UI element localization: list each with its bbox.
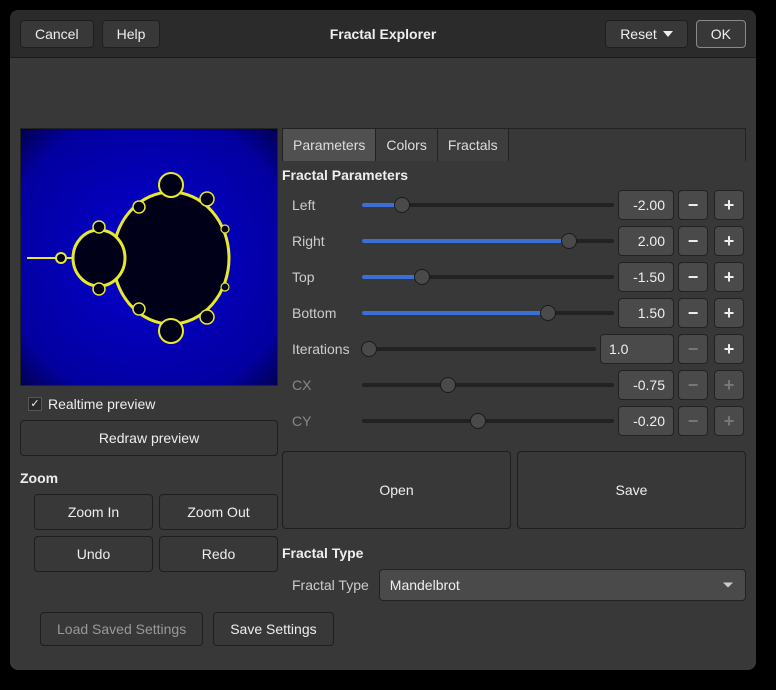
tab-parameters[interactable]: Parameters	[283, 129, 376, 161]
param-row-right: Right 2.00−+	[282, 223, 746, 259]
param-value-top[interactable]: -1.50	[618, 262, 674, 292]
param-increment-top[interactable]: +	[714, 262, 744, 292]
zoom-out-button[interactable]: Zoom Out	[159, 494, 278, 530]
param-label-top: Top	[282, 269, 358, 285]
fractal-type-title: Fractal Type	[282, 539, 746, 565]
param-slider-bottom[interactable]	[362, 303, 614, 323]
param-value-right[interactable]: 2.00	[618, 226, 674, 256]
fractal-parameters-title: Fractal Parameters	[282, 161, 746, 187]
param-row-bottom: Bottom 1.50−+	[282, 295, 746, 331]
realtime-preview-checkbox[interactable]: ✓	[28, 397, 42, 411]
param-value-left[interactable]: -2.00	[618, 190, 674, 220]
param-increment-right[interactable]: +	[714, 226, 744, 256]
param-slider-iterations[interactable]	[362, 339, 596, 359]
param-decrement-top[interactable]: −	[678, 262, 708, 292]
reset-button[interactable]: Reset	[605, 20, 688, 48]
realtime-preview-label: Realtime preview	[48, 396, 155, 412]
dialog-window: Cancel Help Fractal Explorer Reset OK	[10, 10, 756, 670]
param-row-iterations: Iterations 1.0−+	[282, 331, 746, 367]
zoom-section-label: Zoom	[20, 470, 278, 486]
param-increment-cx: +	[714, 370, 744, 400]
param-decrement-cy: −	[678, 406, 708, 436]
save-button[interactable]: Save	[517, 451, 746, 529]
param-slider-left[interactable]	[362, 195, 614, 215]
tabstrip: Parameters Colors Fractals	[282, 128, 746, 161]
fractal-type-value: Mandelbrot	[390, 577, 460, 593]
open-button[interactable]: Open	[282, 451, 511, 529]
content-area: ✓ Realtime preview Redraw preview Zoom Z…	[10, 58, 756, 611]
undo-button[interactable]: Undo	[34, 536, 153, 572]
realtime-preview-row: ✓ Realtime preview	[28, 396, 278, 412]
param-decrement-right[interactable]: −	[678, 226, 708, 256]
param-decrement-cx: −	[678, 370, 708, 400]
param-value-iterations[interactable]: 1.0	[600, 334, 674, 364]
param-slider-top[interactable]	[362, 267, 614, 287]
param-slider-cy	[362, 411, 614, 431]
zoom-in-button[interactable]: Zoom In	[34, 494, 153, 530]
ok-button[interactable]: OK	[696, 20, 746, 48]
help-button[interactable]: Help	[102, 20, 161, 48]
param-increment-cy: +	[714, 406, 744, 436]
param-value-cx[interactable]: -0.75	[618, 370, 674, 400]
tab-colors[interactable]: Colors	[376, 129, 437, 161]
param-label-bottom: Bottom	[282, 305, 358, 321]
param-increment-iterations[interactable]: +	[714, 334, 744, 364]
reset-label: Reset	[620, 26, 657, 42]
titlebar: Cancel Help Fractal Explorer Reset OK	[10, 10, 756, 58]
redraw-preview-button[interactable]: Redraw preview	[20, 420, 278, 456]
param-label-cy: CY	[282, 413, 358, 429]
param-decrement-iterations: −	[678, 334, 708, 364]
fractal-type-label: Fractal Type	[292, 577, 369, 593]
param-decrement-left[interactable]: −	[678, 190, 708, 220]
param-row-cx: CX -0.75−+	[282, 367, 746, 403]
save-settings-button[interactable]: Save Settings	[213, 612, 333, 646]
redo-button[interactable]: Redo	[159, 536, 278, 572]
param-row-top: Top -1.50−+	[282, 259, 746, 295]
param-increment-left[interactable]: +	[714, 190, 744, 220]
param-value-cy[interactable]: -0.20	[618, 406, 674, 436]
fractal-preview[interactable]	[20, 128, 278, 386]
param-label-left: Left	[282, 197, 358, 213]
cancel-button[interactable]: Cancel	[20, 20, 94, 48]
chevron-down-icon	[663, 31, 673, 37]
load-settings-button[interactable]: Load Saved Settings	[40, 612, 203, 646]
dropdown-arrow-icon	[723, 583, 733, 588]
param-row-left: Left -2.00−+	[282, 187, 746, 223]
param-slider-right[interactable]	[362, 231, 614, 251]
tab-fractals[interactable]: Fractals	[438, 129, 509, 161]
left-column: ✓ Realtime preview Redraw preview Zoom Z…	[20, 68, 278, 601]
param-label-right: Right	[282, 233, 358, 249]
param-label-cx: CX	[282, 377, 358, 393]
param-decrement-bottom[interactable]: −	[678, 298, 708, 328]
footer-buttons: Load Saved Settings Save Settings	[40, 612, 334, 646]
param-row-cy: CY -0.20−+	[282, 403, 746, 439]
fractal-type-dropdown[interactable]: Mandelbrot	[379, 569, 746, 601]
parameter-rows: Left-2.00−+Right2.00−+Top-1.50−+Bottom1.…	[282, 187, 746, 439]
param-value-bottom[interactable]: 1.50	[618, 298, 674, 328]
param-increment-bottom[interactable]: +	[714, 298, 744, 328]
right-column: Parameters Colors Fractals Fractal Param…	[282, 68, 746, 601]
param-label-iterations: Iterations	[282, 341, 358, 357]
param-slider-cx	[362, 375, 614, 395]
